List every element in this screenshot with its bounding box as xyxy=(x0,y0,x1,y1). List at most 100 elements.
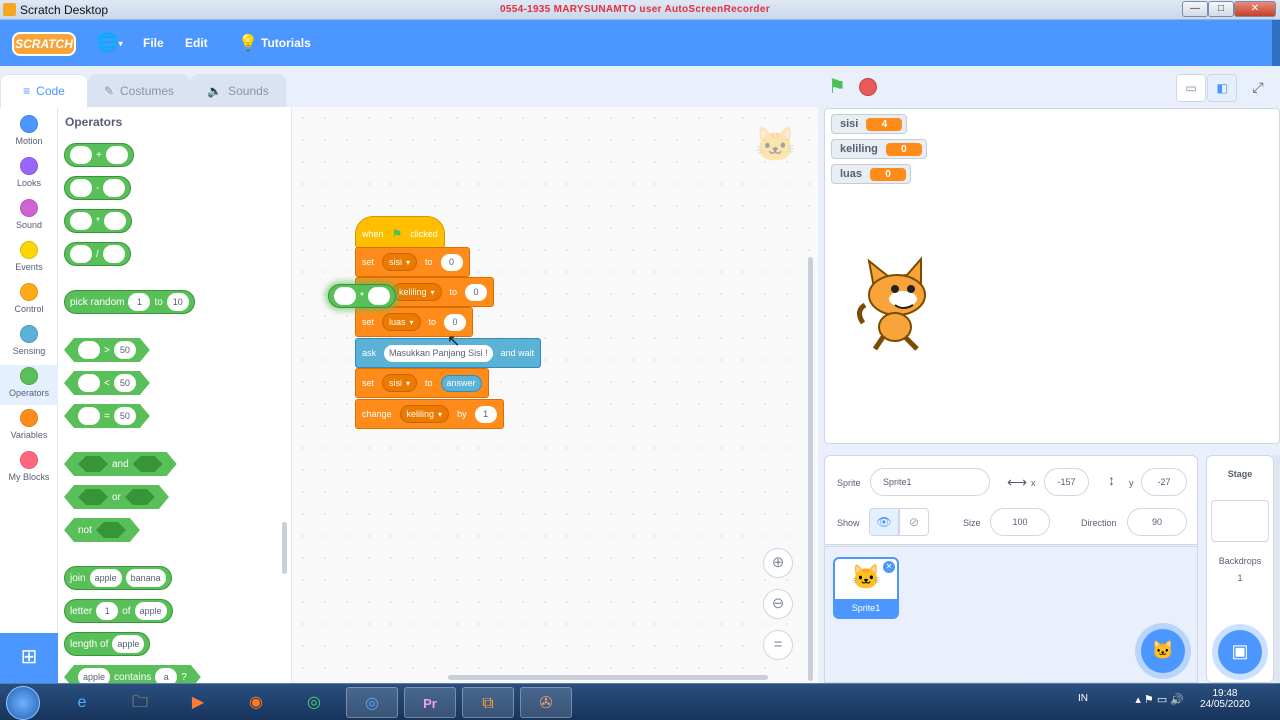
choose-sprite-icon[interactable]: 🐱 xyxy=(1141,629,1185,673)
y-label: y xyxy=(1129,478,1134,488)
stage[interactable]: sisi 4 keliling 0 luas 0 xyxy=(824,108,1280,444)
category-variables[interactable]: Variables xyxy=(0,407,58,447)
sprite-watermark-icon: 🐱 xyxy=(754,126,797,164)
set-sisi-block[interactable]: setsisito0 xyxy=(355,247,470,277)
cat-sprite-icon[interactable] xyxy=(855,253,951,353)
file-explorer-icon[interactable]: 🗀 xyxy=(114,687,166,718)
category-motion[interactable]: Motion xyxy=(0,113,58,153)
normal-stage-icon[interactable]: ◧ xyxy=(1207,74,1237,102)
chrome-icon[interactable]: ◎ xyxy=(288,687,340,718)
category-label: Motion xyxy=(15,136,43,146)
zoom-reset-icon[interactable]: = xyxy=(763,630,793,660)
tray-icons[interactable]: ▴ ⚑ ▭ 🔊 xyxy=(1135,693,1184,706)
block-palette: Operators + - * / pick random 1 to 10 >50 <… xyxy=(58,107,292,683)
less-than-block[interactable]: <50 xyxy=(64,371,150,395)
divide-block[interactable]: / xyxy=(64,242,131,266)
category-events[interactable]: Events xyxy=(0,239,58,279)
size-input[interactable]: 100 xyxy=(990,508,1050,536)
recorder-taskbar-icon[interactable]: ✇ xyxy=(520,687,572,718)
contains-block[interactable]: apple contains a? xyxy=(64,665,201,683)
category-looks[interactable]: Looks xyxy=(0,155,58,195)
or-block[interactable]: or xyxy=(64,485,169,509)
subtract-block[interactable]: - xyxy=(64,176,132,200)
palette-scrollbar[interactable] xyxy=(282,522,287,574)
language-globe-icon[interactable]: 🌐▾ xyxy=(96,33,126,53)
add-extension-icon[interactable]: ⊞ xyxy=(0,633,58,683)
pick-random-block[interactable]: pick random 1 to 10 xyxy=(64,290,195,314)
firefox-icon[interactable]: ◉ xyxy=(230,687,282,718)
fullscreen-icon[interactable]: ⤢ xyxy=(1244,74,1272,102)
script-vertical-scrollbar[interactable] xyxy=(808,257,813,681)
language-indicator[interactable]: IN xyxy=(1078,693,1088,704)
tab-code[interactable]: ≡ Code xyxy=(0,74,88,108)
minimize-button[interactable]: — xyxy=(1182,1,1208,17)
delete-sprite-icon[interactable]: ✕ xyxy=(883,561,895,573)
media-player-icon[interactable]: ▶ xyxy=(172,687,224,718)
direction-input[interactable]: 90 xyxy=(1127,508,1187,536)
change-keliling-block[interactable]: changekelilingby1 xyxy=(355,399,504,429)
right-edge-scrollbar[interactable] xyxy=(1274,455,1280,683)
small-stage-icon[interactable]: ▭ xyxy=(1176,74,1206,102)
scratch-logo[interactable]: SCRATCH xyxy=(12,32,76,56)
sprite-tile[interactable]: 🐱 Sprite1 ✕ xyxy=(833,557,899,619)
green-flag-icon[interactable]: ⚑ xyxy=(828,74,846,99)
not-block[interactable]: not xyxy=(64,518,140,542)
category-dot-icon xyxy=(20,199,38,217)
sprite-label: Sprite xyxy=(837,478,861,488)
when-flag-clicked-block[interactable]: when ⚑ clicked xyxy=(355,216,445,248)
maximize-button[interactable]: □ xyxy=(1208,1,1234,17)
equals-block[interactable]: = 50 xyxy=(64,404,150,428)
palette-heading: Operators xyxy=(65,115,123,129)
set-sisi-answer-block[interactable]: setsisitoanswer xyxy=(355,368,489,398)
speaker-icon: 🔈 xyxy=(207,84,223,98)
sprite-list: 🐱 Sprite1 ✕ 🐱 xyxy=(824,546,1198,683)
category-operators[interactable]: Operators xyxy=(0,365,58,405)
zoom-out-icon[interactable]: ⊖ xyxy=(763,589,793,619)
x-input[interactable]: -157 xyxy=(1044,468,1089,496)
add-block[interactable]: + xyxy=(64,143,134,167)
stage-thumbnail[interactable] xyxy=(1211,500,1269,542)
stage-target-panel[interactable]: Stage Backdrops 1 ▣ xyxy=(1206,455,1274,683)
choose-backdrop-icon[interactable]: ▣ xyxy=(1218,630,1262,674)
sprite-name-input[interactable]: Sprite1 xyxy=(870,468,990,496)
tab-sounds[interactable]: 🔈 Sounds xyxy=(190,74,286,108)
scratch-taskbar-icon[interactable]: ⧉ xyxy=(462,687,514,718)
sprite-info-panel: Sprite Sprite1 ⟷ x -157 ↕ y -27 Show 👁 ⊘… xyxy=(824,455,1198,545)
mouse-cursor-icon: ↖ xyxy=(447,333,461,350)
y-input[interactable]: -27 xyxy=(1141,468,1187,496)
premiere-icon[interactable]: Pr xyxy=(404,687,456,718)
script-area[interactable]: 🐱 when ⚑ clicked setsisito0 kelilingto0 … xyxy=(292,107,818,683)
dragged-multiply-block[interactable]: * xyxy=(328,284,396,308)
category-sensing[interactable]: Sensing xyxy=(0,323,58,363)
category-dot-icon xyxy=(20,241,38,259)
category-control[interactable]: Control xyxy=(0,281,58,321)
edit-menu[interactable]: Edit xyxy=(185,36,208,50)
tutorials-menu[interactable]: Tutorials xyxy=(261,36,311,50)
category-my-blocks[interactable]: My Blocks xyxy=(0,449,58,489)
and-block[interactable]: and xyxy=(64,452,177,476)
letter-of-block[interactable]: letter 1 of apple xyxy=(64,599,173,623)
show-hidden-icon[interactable]: ⊘ xyxy=(899,508,929,536)
join-block[interactable]: join apple banana xyxy=(64,566,172,590)
file-menu[interactable]: File xyxy=(143,36,164,50)
close-window-button[interactable]: ✕ xyxy=(1234,1,1276,17)
start-button[interactable] xyxy=(6,686,40,720)
tray-clock[interactable]: 19:48 24/05/2020 xyxy=(1200,688,1250,710)
script-horizontal-scrollbar[interactable] xyxy=(448,675,768,680)
show-visible-icon[interactable]: 👁 xyxy=(869,508,899,536)
vertical-arrows-icon: ↕ xyxy=(1108,472,1115,488)
tab-costumes[interactable]: ✎ Costumes xyxy=(88,74,190,108)
multiply-block[interactable]: * xyxy=(64,209,132,233)
chrome-window-icon[interactable]: ◎ xyxy=(346,687,398,718)
backdrops-count: 1 xyxy=(1237,573,1243,583)
zoom-in-icon[interactable]: ⊕ xyxy=(763,548,793,578)
internet-explorer-icon[interactable]: e xyxy=(56,687,108,718)
length-of-block[interactable]: length of apple xyxy=(64,632,151,656)
stop-icon[interactable] xyxy=(859,78,877,96)
category-sound[interactable]: Sound xyxy=(0,197,58,237)
stage-panel-title: Stage xyxy=(1227,469,1253,479)
greater-than-block[interactable]: >50 xyxy=(64,338,150,362)
direction-label: Direction xyxy=(1081,518,1117,528)
window-scrollbar[interactable] xyxy=(1272,20,1280,66)
monitor-luas: luas 0 xyxy=(831,164,912,184)
